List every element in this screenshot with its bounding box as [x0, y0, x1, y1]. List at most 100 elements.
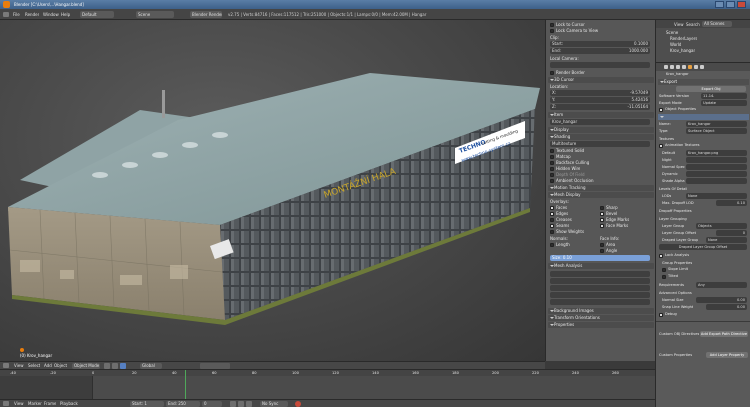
menu-help[interactable]: Help	[61, 11, 70, 18]
layer-group-select[interactable]: Objects	[696, 223, 747, 229]
view-menu[interactable]: View	[14, 362, 24, 369]
render-engine-select[interactable]: Blender Render	[190, 11, 222, 18]
scene-tab-icon[interactable]	[676, 65, 680, 69]
outliner-search-menu[interactable]: Search	[686, 21, 700, 28]
sharp-checkbox[interactable]	[600, 206, 604, 210]
add-menu[interactable]: Add	[44, 362, 52, 369]
timeline-playback-menu[interactable]: Playback	[60, 400, 78, 407]
snap-weight-field[interactable]: 0.00	[706, 304, 747, 310]
maximize-button[interactable]	[726, 1, 735, 8]
add-directive-button[interactable]: Add Export Path Directive	[700, 331, 748, 337]
software-version-field[interactable]: 11.14.	[701, 93, 747, 99]
export-obj-button[interactable]: Export Obj	[676, 86, 746, 92]
close-button[interactable]	[737, 1, 746, 8]
seams-checkbox[interactable]	[550, 224, 554, 228]
tilted-checkbox[interactable]	[662, 275, 666, 279]
type-select[interactable]: Surface Object	[686, 128, 747, 134]
shade-alpha-field[interactable]	[686, 178, 747, 184]
minimize-button[interactable]	[715, 1, 724, 8]
timeline-frame-menu[interactable]: Frame	[44, 400, 56, 407]
timeline-marker-menu[interactable]: Marker	[28, 400, 42, 407]
outliner-row-scene[interactable]: Scene	[666, 30, 678, 35]
hidden-wire-checkbox[interactable]	[550, 167, 554, 171]
area-checkbox[interactable]	[600, 243, 604, 247]
screen-layout-select[interactable]: Default	[80, 11, 114, 18]
background-images-header[interactable]: Background Images	[548, 308, 654, 314]
ambient-occlusion-checkbox[interactable]	[550, 179, 554, 183]
render-border-checkbox[interactable]	[550, 71, 554, 75]
draped-offset-field[interactable]: Draped Layer Group Offset	[659, 244, 747, 250]
properties-header[interactable]: Properties	[548, 322, 654, 328]
outliner-view-menu[interactable]: View	[674, 21, 684, 28]
bevel-checkbox[interactable]	[600, 212, 604, 216]
3d-viewport[interactable]: MONTÁŽNÍ HALA TECHNO cutting & moulding …	[0, 20, 545, 361]
clip-start-field[interactable]: Start: 0.1000	[550, 41, 650, 47]
sync-select[interactable]: No Sync	[260, 401, 288, 407]
display-section-header[interactable]: Display	[548, 127, 654, 133]
material-tab-icon[interactable]	[700, 65, 704, 69]
cursor-x-field[interactable]: X: -9.57049	[550, 90, 650, 96]
timeline[interactable]: -40 -20 0 20 40 60 80 100 120 140 160 18…	[0, 369, 655, 399]
object-section-header[interactable]	[658, 114, 749, 120]
edge-marks-checkbox[interactable]	[600, 218, 604, 222]
frame-end-field[interactable]: End: 250	[166, 401, 200, 407]
shading-section-header[interactable]: Shading	[548, 134, 654, 140]
mesh-display-header[interactable]: Mesh Display	[548, 192, 654, 198]
editor-type-icon[interactable]	[3, 363, 9, 368]
depth-of-field-checkbox[interactable]	[550, 173, 554, 177]
layer-offset-field[interactable]: 0	[716, 230, 747, 236]
mesh-analysis-header[interactable]: Mesh Analysis	[548, 263, 654, 269]
max-lod-field[interactable]: 0.10	[716, 200, 747, 206]
object-menu[interactable]: Object	[54, 362, 67, 369]
export-mode-select[interactable]: Update	[701, 100, 747, 106]
night-texture-field[interactable]	[686, 157, 747, 163]
lods-select[interactable]: None	[686, 193, 747, 199]
current-frame-line[interactable]	[185, 370, 186, 399]
menu-render[interactable]: Render	[25, 11, 39, 18]
lock-analysis-checkbox[interactable]	[659, 254, 663, 258]
mesh-analysis-extra[interactable]	[550, 299, 650, 305]
export-section-header[interactable]: Export	[658, 79, 749, 85]
lock-camera-checkbox[interactable]	[550, 29, 554, 33]
mesh-analysis-range[interactable]	[550, 285, 650, 291]
jump-start-icon[interactable]	[230, 401, 236, 407]
editor-type-icon[interactable]	[3, 12, 9, 17]
slope-limit-checkbox[interactable]	[662, 268, 666, 272]
layers-tab-icon[interactable]	[670, 65, 674, 69]
scene-select[interactable]: Scene	[136, 11, 174, 18]
select-menu[interactable]: Select	[28, 362, 40, 369]
cursor-y-field[interactable]: Y: 5.42416	[550, 97, 650, 103]
name-field[interactable]: Krov_hangar	[686, 121, 747, 127]
debug-checkbox[interactable]	[659, 313, 663, 317]
show-weights-checkbox[interactable]	[550, 230, 554, 234]
editor-type-icon[interactable]	[3, 401, 9, 406]
outliner-row-renderlayers[interactable]: RenderLayers	[670, 36, 697, 41]
creases-checkbox[interactable]	[550, 218, 554, 222]
jump-end-icon[interactable]	[246, 401, 252, 407]
world-tab-icon[interactable]	[682, 65, 686, 69]
object-tab-icon[interactable]	[688, 65, 692, 69]
edges-checkbox[interactable]	[550, 212, 554, 216]
local-camera-field[interactable]	[550, 62, 650, 68]
face-marks-checkbox[interactable]	[600, 224, 604, 228]
mesh-analysis-type[interactable]	[550, 278, 650, 284]
current-frame-field[interactable]: 0	[202, 401, 222, 407]
faces-checkbox[interactable]	[550, 206, 554, 210]
animation-textures-checkbox[interactable]	[659, 144, 663, 148]
normal-texture-field[interactable]	[686, 164, 747, 170]
outliner-row-world[interactable]: World	[670, 42, 681, 47]
backface-culling-checkbox[interactable]	[550, 161, 554, 165]
frame-start-field[interactable]: Start: 1	[130, 401, 164, 407]
cursor-z-field[interactable]: Z: -11.05164	[550, 104, 650, 110]
menu-file[interactable]: File	[13, 11, 20, 18]
default-texture-field[interactable]: Krov_hangar.png	[686, 150, 747, 156]
angle-checkbox[interactable]	[600, 249, 604, 253]
clip-end-field[interactable]: End: 1000.000	[550, 48, 650, 54]
play-icon[interactable]	[238, 401, 244, 407]
record-icon[interactable]	[295, 401, 301, 407]
normal-size-field[interactable]: Size: 0.10	[550, 255, 650, 261]
requirements-select[interactable]: Any	[696, 282, 747, 288]
length-checkbox[interactable]	[550, 243, 554, 247]
timeline-view-menu[interactable]: View	[14, 400, 24, 407]
modifier-tab-icon[interactable]	[694, 65, 698, 69]
